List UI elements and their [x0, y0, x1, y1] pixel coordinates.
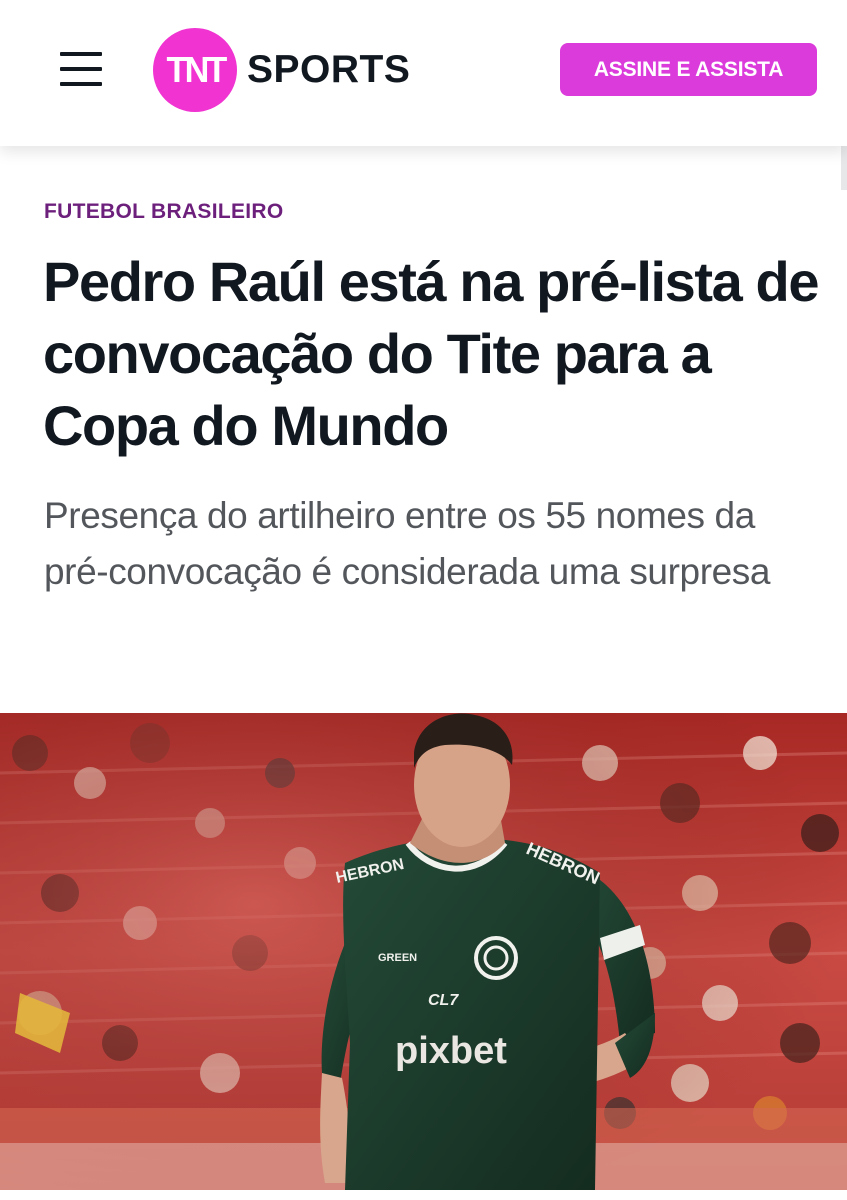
- tnt-logo-mark: TNT: [153, 28, 237, 112]
- tnt-sports-logo[interactable]: TNT SPORTS: [153, 28, 410, 112]
- hamburger-menu-icon[interactable]: [60, 52, 104, 86]
- tnt-logo-mark-text: TNT: [166, 49, 227, 90]
- page-bottom: [0, 1190, 847, 1200]
- menu-bar: [60, 82, 102, 86]
- article-subheadline: Presença do artilheiro entre os 55 nomes…: [44, 495, 771, 592]
- menu-bar: [60, 52, 102, 56]
- menu-bar: [60, 67, 102, 71]
- jersey-main-sponsor: pixbet: [395, 1030, 507, 1072]
- subscribe-watch-button[interactable]: ASSINE E ASSISTA: [560, 43, 817, 96]
- site-header: TNT SPORTS ASSINE E ASSISTA: [0, 0, 847, 146]
- jersey-maker-logo: GREEN: [378, 952, 417, 964]
- player-photo-illustration: HEBRON HEBRON CL7 pixbet GREEN: [0, 713, 847, 1190]
- logo-wordmark: SPORTS: [247, 48, 411, 91]
- jersey-sponsor-chest: CL7: [428, 992, 459, 1009]
- article-hero-photo: HEBRON HEBRON CL7 pixbet GREEN: [0, 713, 847, 1190]
- article-category-link[interactable]: FUTEBOL BRASILEIRO: [44, 200, 284, 224]
- article-headline: Pedro Raúl está na pré-lista de convocaç…: [43, 250, 819, 457]
